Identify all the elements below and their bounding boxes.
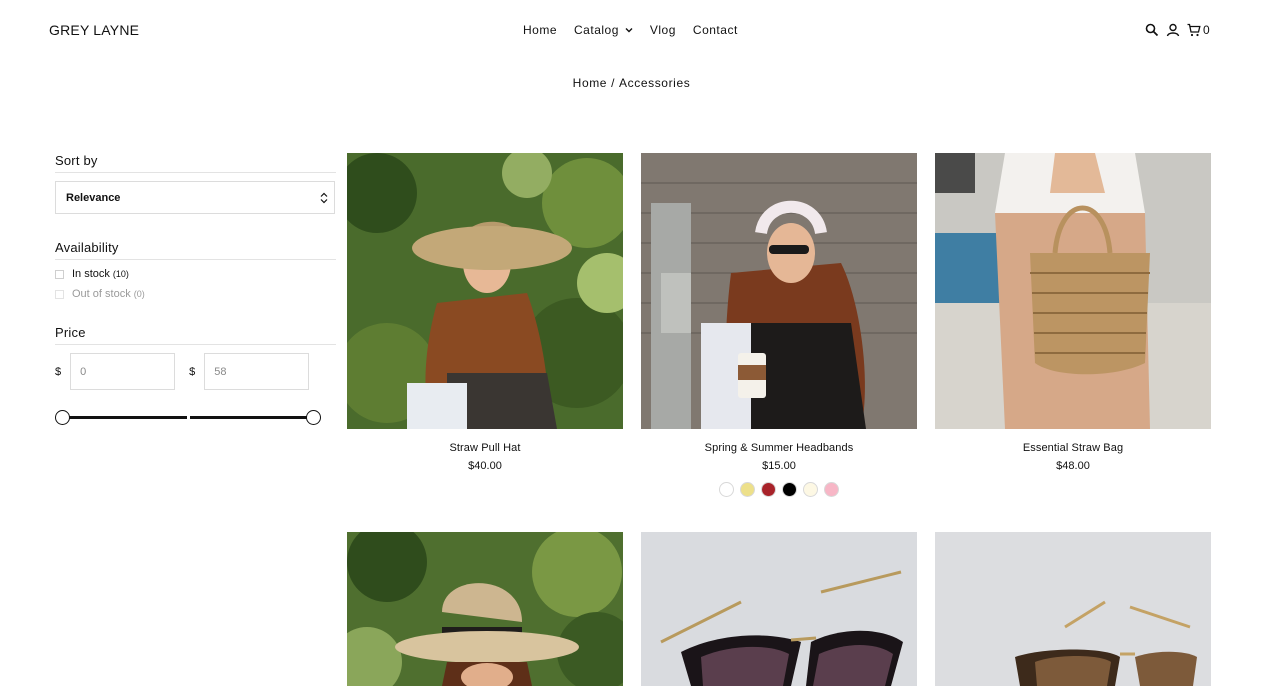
in-stock-checkbox[interactable] <box>55 269 64 279</box>
sort-selected-value: Relevance <box>66 191 121 204</box>
sort-select[interactable]: Relevance <box>55 181 335 214</box>
price-max-input[interactable]: 58 <box>204 353 310 390</box>
price-filter: Price $ 0 $ 58 <box>55 325 336 426</box>
product-card[interactable]: Spring & Summer Headbands $15.00 <box>641 153 917 497</box>
nav-catalog-label: Catalog <box>574 23 619 37</box>
header-icons: 0 <box>1145 23 1210 37</box>
site-header: GREY LAYNE Home Catalog Vlog Contact 0 <box>0 0 1263 60</box>
nav-home[interactable]: Home <box>523 23 557 37</box>
nav-vlog[interactable]: Vlog <box>650 23 676 37</box>
price-min-input[interactable]: 0 <box>70 353 176 390</box>
nav-vlog-label: Vlog <box>649 23 676 37</box>
out-of-stock-label: Out of stock <box>72 288 131 300</box>
main-nav: Home Catalog Vlog Contact <box>523 23 755 37</box>
slider-max-handle[interactable] <box>306 410 321 425</box>
availability-heading: Availability <box>55 240 336 260</box>
filter-out-of-stock: Out of stock (0) <box>55 288 336 300</box>
color-swatch[interactable] <box>719 482 734 497</box>
account-icon[interactable] <box>1166 23 1180 37</box>
out-of-stock-count: (0) <box>133 289 145 299</box>
min-currency-symbol: $ <box>55 365 62 378</box>
price-range-slider[interactable] <box>55 410 323 426</box>
product-image[interactable] <box>347 532 623 686</box>
nav-contact[interactable]: Contact <box>693 23 738 37</box>
in-stock-label: In stock <box>72 268 110 280</box>
search-icon[interactable] <box>1145 23 1159 37</box>
nav-catalog[interactable]: Catalog <box>574 23 633 37</box>
product-price: $15.00 <box>762 460 796 472</box>
in-stock-count: (10) <box>112 269 129 279</box>
color-swatch[interactable] <box>740 482 755 497</box>
breadcrumb: Home / Accessories <box>0 76 1263 90</box>
filter-sidebar: Sort by Relevance Availability In stock … <box>55 153 336 426</box>
price-inputs: $ 0 $ 58 <box>55 353 336 390</box>
product-card[interactable]: Straw Pull Hat $40.00 <box>347 153 623 472</box>
product-image[interactable] <box>935 532 1211 686</box>
out-of-stock-checkbox <box>55 289 64 299</box>
select-arrows-icon <box>320 192 328 203</box>
product-card[interactable] <box>935 532 1211 686</box>
price-heading: Price <box>55 325 336 345</box>
product-image[interactable] <box>641 153 917 429</box>
slider-track-right <box>190 416 318 419</box>
nav-home-label: Home <box>523 23 558 37</box>
product-image[interactable] <box>935 153 1211 429</box>
product-image[interactable] <box>347 153 623 429</box>
color-swatch[interactable] <box>782 482 797 497</box>
slider-min-handle[interactable] <box>55 410 70 425</box>
cart-icon <box>1187 23 1201 37</box>
color-swatches <box>641 482 917 497</box>
color-swatch[interactable] <box>803 482 818 497</box>
product-card[interactable] <box>347 532 623 686</box>
breadcrumb-separator: / <box>611 76 616 90</box>
color-swatch[interactable] <box>761 482 776 497</box>
product-price: $48.00 <box>1056 460 1090 472</box>
cart-button[interactable]: 0 <box>1187 23 1210 37</box>
sort-heading: Sort by <box>55 153 336 173</box>
availability-filter: Availability In stock (10) Out of stock … <box>55 240 336 300</box>
breadcrumb-current: Accessories <box>619 76 691 90</box>
slider-track-left <box>59 416 187 419</box>
product-title[interactable]: Straw Pull Hat <box>347 442 623 454</box>
product-card[interactable]: Essential Straw Bag $48.00 <box>935 153 1211 472</box>
site-logo[interactable]: GREY LAYNE <box>49 22 139 38</box>
max-currency-symbol: $ <box>189 365 196 378</box>
color-swatch[interactable] <box>824 482 839 497</box>
cart-count: 0 <box>1203 23 1210 37</box>
product-image[interactable] <box>641 532 917 686</box>
filter-in-stock[interactable]: In stock (10) <box>55 268 336 280</box>
product-title[interactable]: Essential Straw Bag <box>935 442 1211 454</box>
product-title[interactable]: Spring & Summer Headbands <box>641 442 917 454</box>
breadcrumb-home[interactable]: Home <box>573 76 607 90</box>
product-price: $40.00 <box>468 460 502 472</box>
product-card[interactable] <box>641 532 917 686</box>
nav-contact-label: Contact <box>692 23 738 37</box>
chevron-down-icon <box>625 28 633 33</box>
